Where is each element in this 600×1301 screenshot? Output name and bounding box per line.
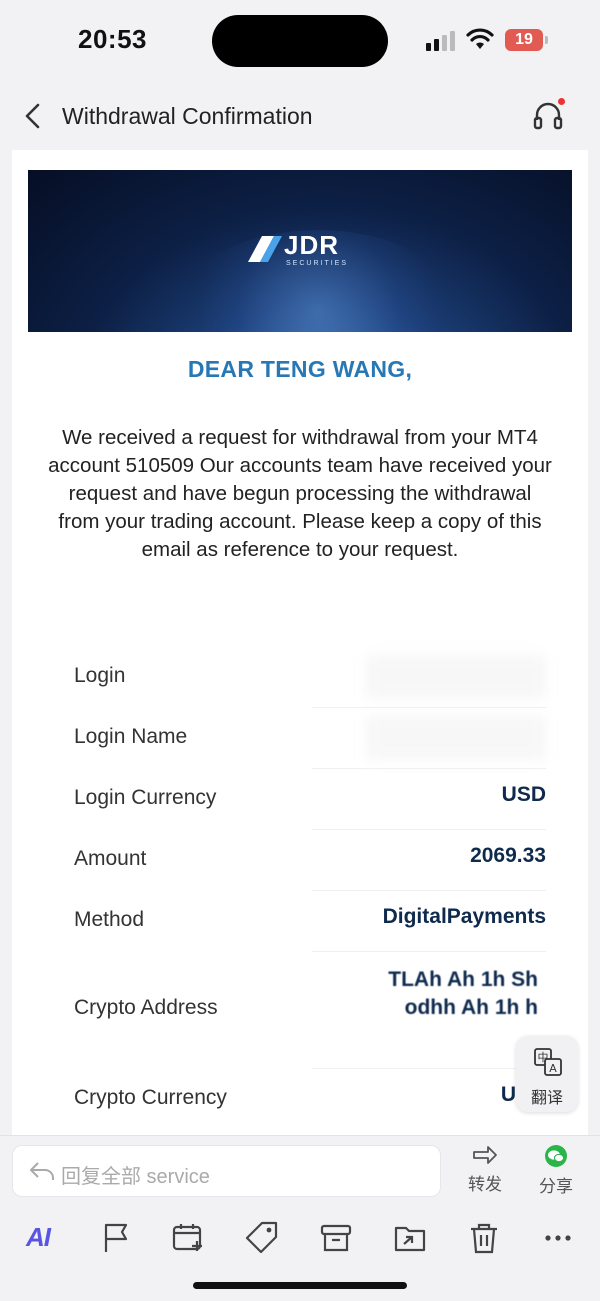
reply-all-input[interactable]: 回复全部 service — [12, 1145, 441, 1197]
detail-row-crypto-currency: Crypto Currency USDT — [72, 1069, 558, 1130]
email-banner: JDR SECURITIES — [28, 170, 572, 332]
share-label: 分享 — [539, 1177, 573, 1196]
forward-label: 转发 — [468, 1175, 502, 1194]
detail-row-amount: Amount 2069.33 — [72, 830, 546, 891]
page-title: Withdrawal Confirmation — [62, 103, 313, 129]
greeting: DEAR TENG WANG, — [187, 356, 413, 382]
battery-icon: 19 — [505, 29, 543, 51]
detail-label: Crypto Currency — [74, 1086, 227, 1109]
tag-icon[interactable] — [244, 1220, 280, 1256]
flag-icon[interactable] — [98, 1220, 134, 1256]
more-icon[interactable] — [540, 1220, 576, 1256]
svg-text:A: A — [549, 1062, 557, 1075]
forward-icon — [473, 1146, 497, 1164]
translate-icon: 中 A — [534, 1048, 562, 1076]
reply-placeholder: 回复全部 service — [61, 1166, 210, 1188]
detail-label: Amount — [74, 847, 147, 870]
mail-toolbar: AI — [0, 1220, 600, 1260]
detail-value: TLAh Ah 1h Sh odhh Ah 1h h — [388, 966, 538, 1022]
translate-button[interactable]: 中 A 翻译 — [516, 1036, 578, 1112]
crypto-address-line1: TLAh Ah 1h Sh — [388, 968, 538, 991]
detail-row-crypto-address: Crypto Address TLAh Ah 1h Sh odhh Ah 1h … — [72, 952, 546, 1069]
detail-label: Login — [74, 664, 126, 687]
detail-value: DigitalPayments — [382, 905, 546, 928]
details-table: Login Login Name Login Currency USD Amou… — [72, 647, 558, 1130]
detail-label: Crypto Address — [74, 996, 218, 1019]
detail-row-login-currency: Login Currency USD — [72, 769, 546, 830]
wifi-icon — [466, 28, 494, 49]
detail-row-login: Login — [72, 647, 546, 708]
wechat-icon — [545, 1145, 567, 1167]
detail-value: 2069.33 — [470, 844, 546, 867]
status-time: 20:53 — [78, 24, 147, 54]
reply-all-icon — [30, 1162, 54, 1180]
calendar-add-icon[interactable] — [170, 1220, 206, 1256]
brand-logo: JDR SECURITIES — [244, 228, 354, 272]
dynamic-island — [212, 15, 388, 67]
archive-icon[interactable] — [318, 1220, 354, 1256]
detail-row-method: Method DigitalPayments — [72, 891, 546, 952]
forward-button[interactable]: 转发 — [455, 1144, 515, 1195]
detail-label: Method — [74, 908, 145, 931]
chevron-left-icon[interactable] — [22, 102, 44, 130]
ai-button[interactable]: AI — [26, 1222, 51, 1253]
cellular-signal-icon — [426, 29, 458, 51]
move-to-folder-icon[interactable] — [392, 1220, 428, 1256]
logo-mark-icon — [248, 236, 282, 262]
trash-icon[interactable] — [466, 1220, 502, 1256]
email-body: JDR SECURITIES DEAR TENG WANG, We receiv… — [12, 150, 588, 1135]
crypto-address-line2: odhh Ah 1h h — [404, 996, 538, 1019]
detail-label: Login Currency — [74, 786, 217, 809]
translate-label: 翻译 — [530, 1090, 563, 1107]
notification-dot — [558, 98, 565, 105]
battery-tip — [545, 36, 548, 44]
nav-bar: Withdrawal Confirmation — [0, 82, 600, 150]
bottom-bar: 回复全部 service 转发 分享 AI — [0, 1135, 600, 1301]
redacted-value — [366, 716, 546, 760]
share-button[interactable]: 分享 — [526, 1144, 586, 1197]
detail-row-login-name: Login Name — [72, 708, 546, 769]
status-bar: 20:53 19 — [0, 0, 600, 82]
email-message: We received a request for withdrawal fro… — [48, 426, 552, 561]
detail-label: Login Name — [74, 725, 188, 748]
detail-value: USD — [501, 783, 546, 806]
brand-sub: SECURITIES — [286, 260, 349, 267]
home-indicator — [193, 1282, 407, 1289]
brand-name: JDR — [284, 230, 340, 260]
redacted-value — [366, 655, 546, 699]
headset-icon[interactable] — [532, 100, 564, 132]
